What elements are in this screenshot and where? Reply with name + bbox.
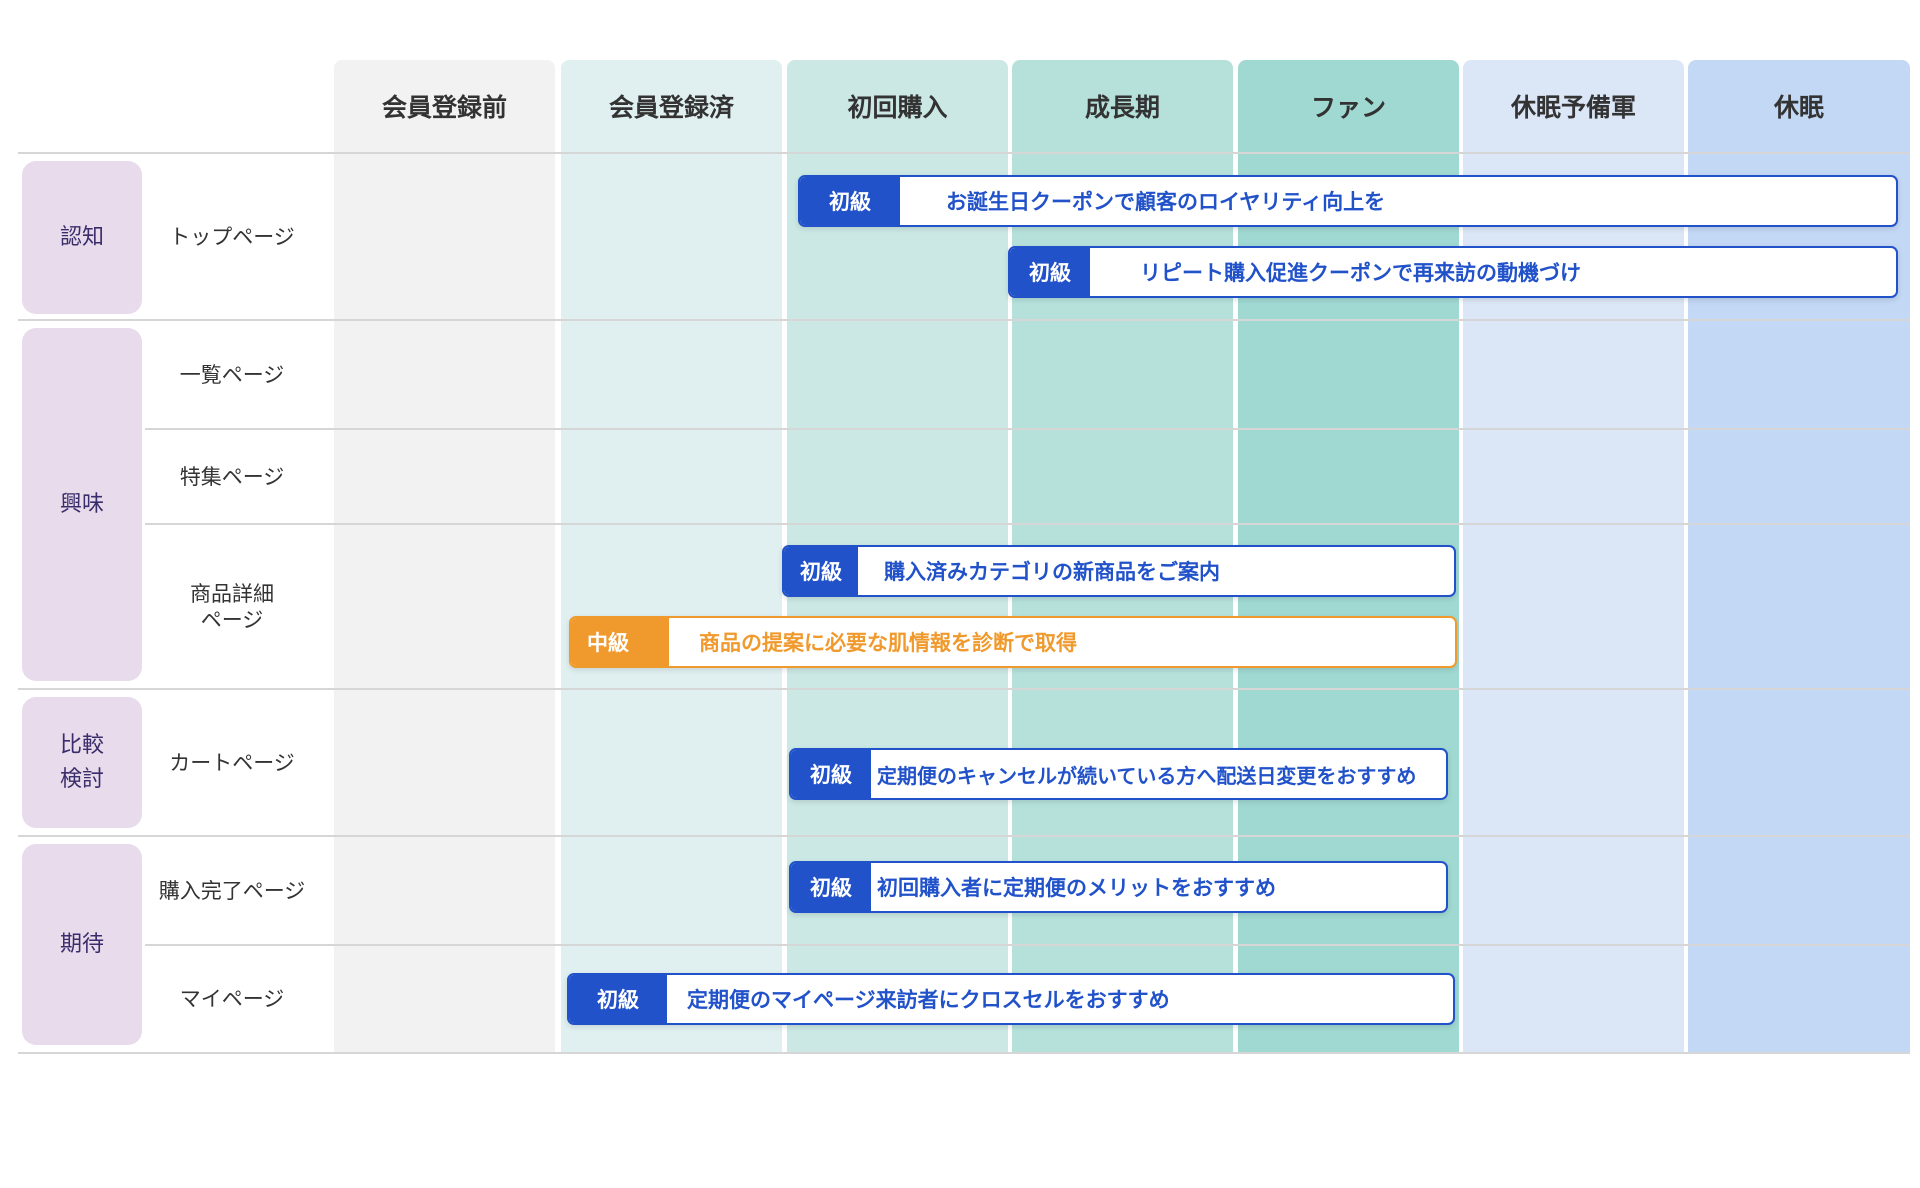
level-badge: 初級 — [791, 750, 871, 798]
column-header-growth: 成長期 — [1084, 93, 1160, 122]
page-label-purchase-complete: 購入完了ページ — [158, 878, 306, 903]
row-divider — [145, 944, 1910, 946]
page-label-top: トップページ — [169, 224, 295, 249]
page-label-feature: 特集ページ — [179, 464, 285, 489]
measure-bar-repeat-coupon[interactable]: 初級 リピート購入促進クーポンで再来訪の動機づけ — [1008, 246, 1898, 298]
column-header-fan: ファン — [1310, 93, 1386, 122]
level-badge: 初級 — [569, 975, 667, 1023]
level-badge: 初級 — [784, 547, 858, 595]
column-header-registered: 会員登録済 — [608, 93, 734, 122]
page-label-mypage: マイページ — [179, 987, 285, 1011]
measure-text: 初回購入者に定期便のメリットをおすすめ — [877, 876, 1276, 900]
level-badge: 初級 — [791, 863, 871, 911]
column-header-first-purchase: 初回購入 — [847, 93, 948, 122]
measure-text: 定期便のマイページ来訪者にクロスセルをおすすめ — [687, 988, 1170, 1012]
measure-text: 定期便のキャンセルが続いている方へ配送日変更をおすすめ — [877, 763, 1417, 788]
stage-comparison: 比較 検討 — [22, 697, 142, 828]
page-label-cart: カートページ — [169, 750, 295, 775]
measure-bar-subscription-merit[interactable]: 初級 初回購入者に定期便のメリットをおすすめ — [789, 861, 1448, 913]
column-band-registered — [561, 60, 782, 1053]
column-band-pre-registration — [334, 60, 555, 1053]
column-header-dormant: 休眠 — [1773, 93, 1824, 122]
row-divider — [145, 428, 1910, 430]
stage-awareness: 認知 — [22, 161, 142, 314]
page-label-list: 一覧ページ — [179, 362, 285, 387]
stage-interest: 興味 — [22, 328, 142, 681]
measure-bar-new-product[interactable]: 初級 購入済みカテゴリの新商品をご案内 — [782, 545, 1456, 597]
measure-bar-delivery-change[interactable]: 初級 定期便のキャンセルが続いている方へ配送日変更をおすすめ — [789, 748, 1448, 800]
level-badge: 初級 — [1010, 248, 1090, 296]
row-divider — [145, 523, 1910, 525]
stage-expectation: 期待 — [22, 844, 142, 1045]
customer-journey-map: 会員登録前 会員登録済 初回購入 成長期 ファン 休眠予備軍 休眠 認知 興味 … — [0, 0, 1920, 1188]
column-header-pre-registration: 会員登録前 — [381, 93, 507, 122]
measure-text: リピート購入促進クーポンで再来訪の動機づけ — [1140, 261, 1581, 285]
row-divider — [18, 1052, 1910, 1054]
page-label-product-detail: 商品詳細 ページ — [190, 581, 274, 632]
measure-bar-birthday-coupon[interactable]: 初級 お誕生日クーポンで顧客のロイヤリティ向上を — [798, 175, 1898, 227]
measure-bar-cross-sell[interactable]: 初級 定期便のマイページ来訪者にクロスセルをおすすめ — [567, 973, 1455, 1025]
column-header-dormant-reserve: 休眠予備軍 — [1510, 93, 1636, 122]
measure-text: 商品の提案に必要な肌情報を診断で取得 — [699, 631, 1077, 655]
level-badge: 中級 — [571, 618, 669, 666]
measure-text: お誕生日クーポンで顧客のロイヤリティ向上を — [946, 190, 1386, 214]
measure-bar-skin-diagnosis[interactable]: 中級 商品の提案に必要な肌情報を診断で取得 — [569, 616, 1457, 668]
measure-text: 購入済みカテゴリの新商品をご案内 — [884, 560, 1220, 584]
level-badge: 初級 — [800, 177, 900, 225]
